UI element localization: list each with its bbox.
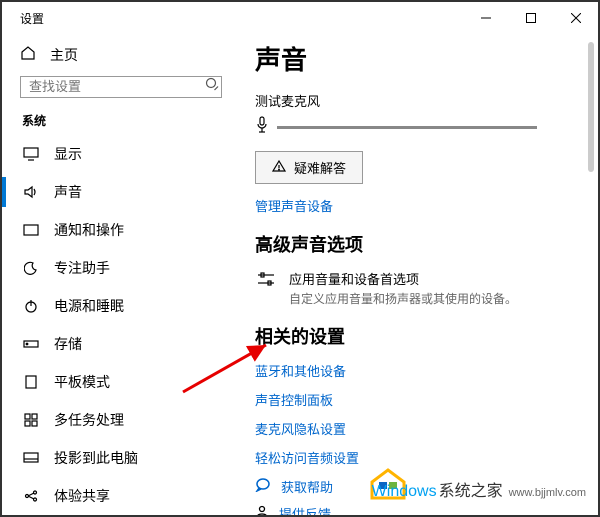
sound-icon — [22, 185, 40, 199]
sound-control-panel-link[interactable]: 声音控制面板 — [255, 390, 578, 409]
troubleshoot-button[interactable]: 疑难解答 — [255, 151, 363, 184]
titlebar: 设置 — [2, 2, 598, 34]
mic-test-label: 测试麦克风 — [255, 91, 578, 110]
page-title: 声音 — [255, 40, 578, 77]
mic-level-bar — [277, 126, 537, 129]
display-icon — [22, 147, 40, 161]
sidebar-item-project[interactable]: 投影到此电脑 — [20, 439, 237, 477]
sidebar-item-label: 存储 — [54, 334, 82, 354]
get-help-row[interactable]: 获取帮助 — [255, 477, 578, 496]
warning-icon — [272, 159, 286, 176]
shared-icon — [22, 489, 40, 503]
mic-test-row — [255, 116, 578, 139]
sidebar: 主页 系统 显示 声音 通知和操作 — [2, 34, 237, 515]
feedback-icon — [255, 505, 269, 515]
home-icon — [20, 45, 36, 64]
sidebar-item-multitask[interactable]: 多任务处理 — [20, 401, 237, 439]
sidebar-item-sound[interactable]: 声音 — [20, 173, 237, 211]
sidebar-item-storage[interactable]: 存储 — [20, 325, 237, 363]
sidebar-item-display[interactable]: 显示 — [20, 135, 237, 173]
maximize-button[interactable] — [508, 2, 553, 34]
feedback-row[interactable]: 提供反馈 — [255, 504, 578, 515]
sidebar-item-notifications[interactable]: 通知和操作 — [20, 211, 237, 249]
app-volume-option[interactable]: 应用音量和设备首选项 自定义应用音量和扬声器或其使用的设备。 — [255, 269, 578, 307]
home-nav[interactable]: 主页 — [20, 44, 237, 66]
focus-assist-icon — [22, 261, 40, 275]
notifications-icon — [22, 223, 40, 237]
search-box[interactable] — [20, 76, 222, 98]
sidebar-item-label: 投影到此电脑 — [54, 448, 138, 468]
sidebar-item-power[interactable]: 电源和睡眠 — [20, 287, 237, 325]
search-icon — [205, 77, 219, 96]
sidebar-item-label: 多任务处理 — [54, 410, 124, 430]
app-volume-title: 应用音量和设备首选项 — [289, 269, 517, 288]
sidebar-item-label: 平板模式 — [54, 372, 110, 392]
search-input[interactable] — [29, 79, 205, 94]
help-icon — [255, 478, 271, 495]
close-button[interactable] — [553, 2, 598, 34]
bluetooth-link[interactable]: 蓝牙和其他设备 — [255, 361, 578, 380]
sliders-icon — [255, 269, 277, 307]
sidebar-item-shared[interactable]: 体验共享 — [20, 477, 237, 515]
content-area: 声音 测试麦克风 疑难解答 管理声音设备 高级声音选项 — [237, 34, 598, 515]
sidebar-item-label: 电源和睡眠 — [54, 296, 124, 316]
app-volume-desc: 自定义应用音量和扬声器或其使用的设备。 — [289, 290, 517, 307]
ease-access-audio-link[interactable]: 轻松访问音频设置 — [255, 448, 578, 467]
nav-list: 显示 声音 通知和操作 专注助手 电源和睡眠 — [20, 135, 237, 515]
power-icon — [22, 299, 40, 313]
sidebar-item-label: 显示 — [54, 144, 82, 164]
troubleshoot-label: 疑难解答 — [294, 158, 346, 177]
microphone-icon — [255, 116, 269, 139]
sidebar-item-label: 通知和操作 — [54, 220, 124, 240]
sidebar-item-label: 体验共享 — [54, 486, 110, 506]
multitask-icon — [22, 413, 40, 427]
mic-privacy-link[interactable]: 麦克风隐私设置 — [255, 419, 578, 438]
sidebar-section-label: 系统 — [20, 112, 237, 129]
manage-devices-link[interactable]: 管理声音设备 — [255, 196, 578, 215]
storage-icon — [22, 338, 40, 350]
sidebar-item-label: 声音 — [54, 182, 82, 202]
get-help-label: 获取帮助 — [281, 477, 333, 496]
scrollbar[interactable] — [588, 42, 594, 172]
home-label: 主页 — [50, 45, 78, 65]
sidebar-item-tablet[interactable]: 平板模式 — [20, 363, 237, 401]
minimize-button[interactable] — [463, 2, 508, 34]
sidebar-item-focus-assist[interactable]: 专注助手 — [20, 249, 237, 287]
related-heading: 相关的设置 — [255, 323, 578, 349]
window-title: 设置 — [20, 10, 44, 27]
feedback-label: 提供反馈 — [279, 504, 331, 515]
advanced-heading: 高级声音选项 — [255, 231, 578, 257]
project-icon — [22, 451, 40, 465]
tablet-icon — [22, 375, 40, 389]
sidebar-item-label: 专注助手 — [54, 258, 110, 278]
